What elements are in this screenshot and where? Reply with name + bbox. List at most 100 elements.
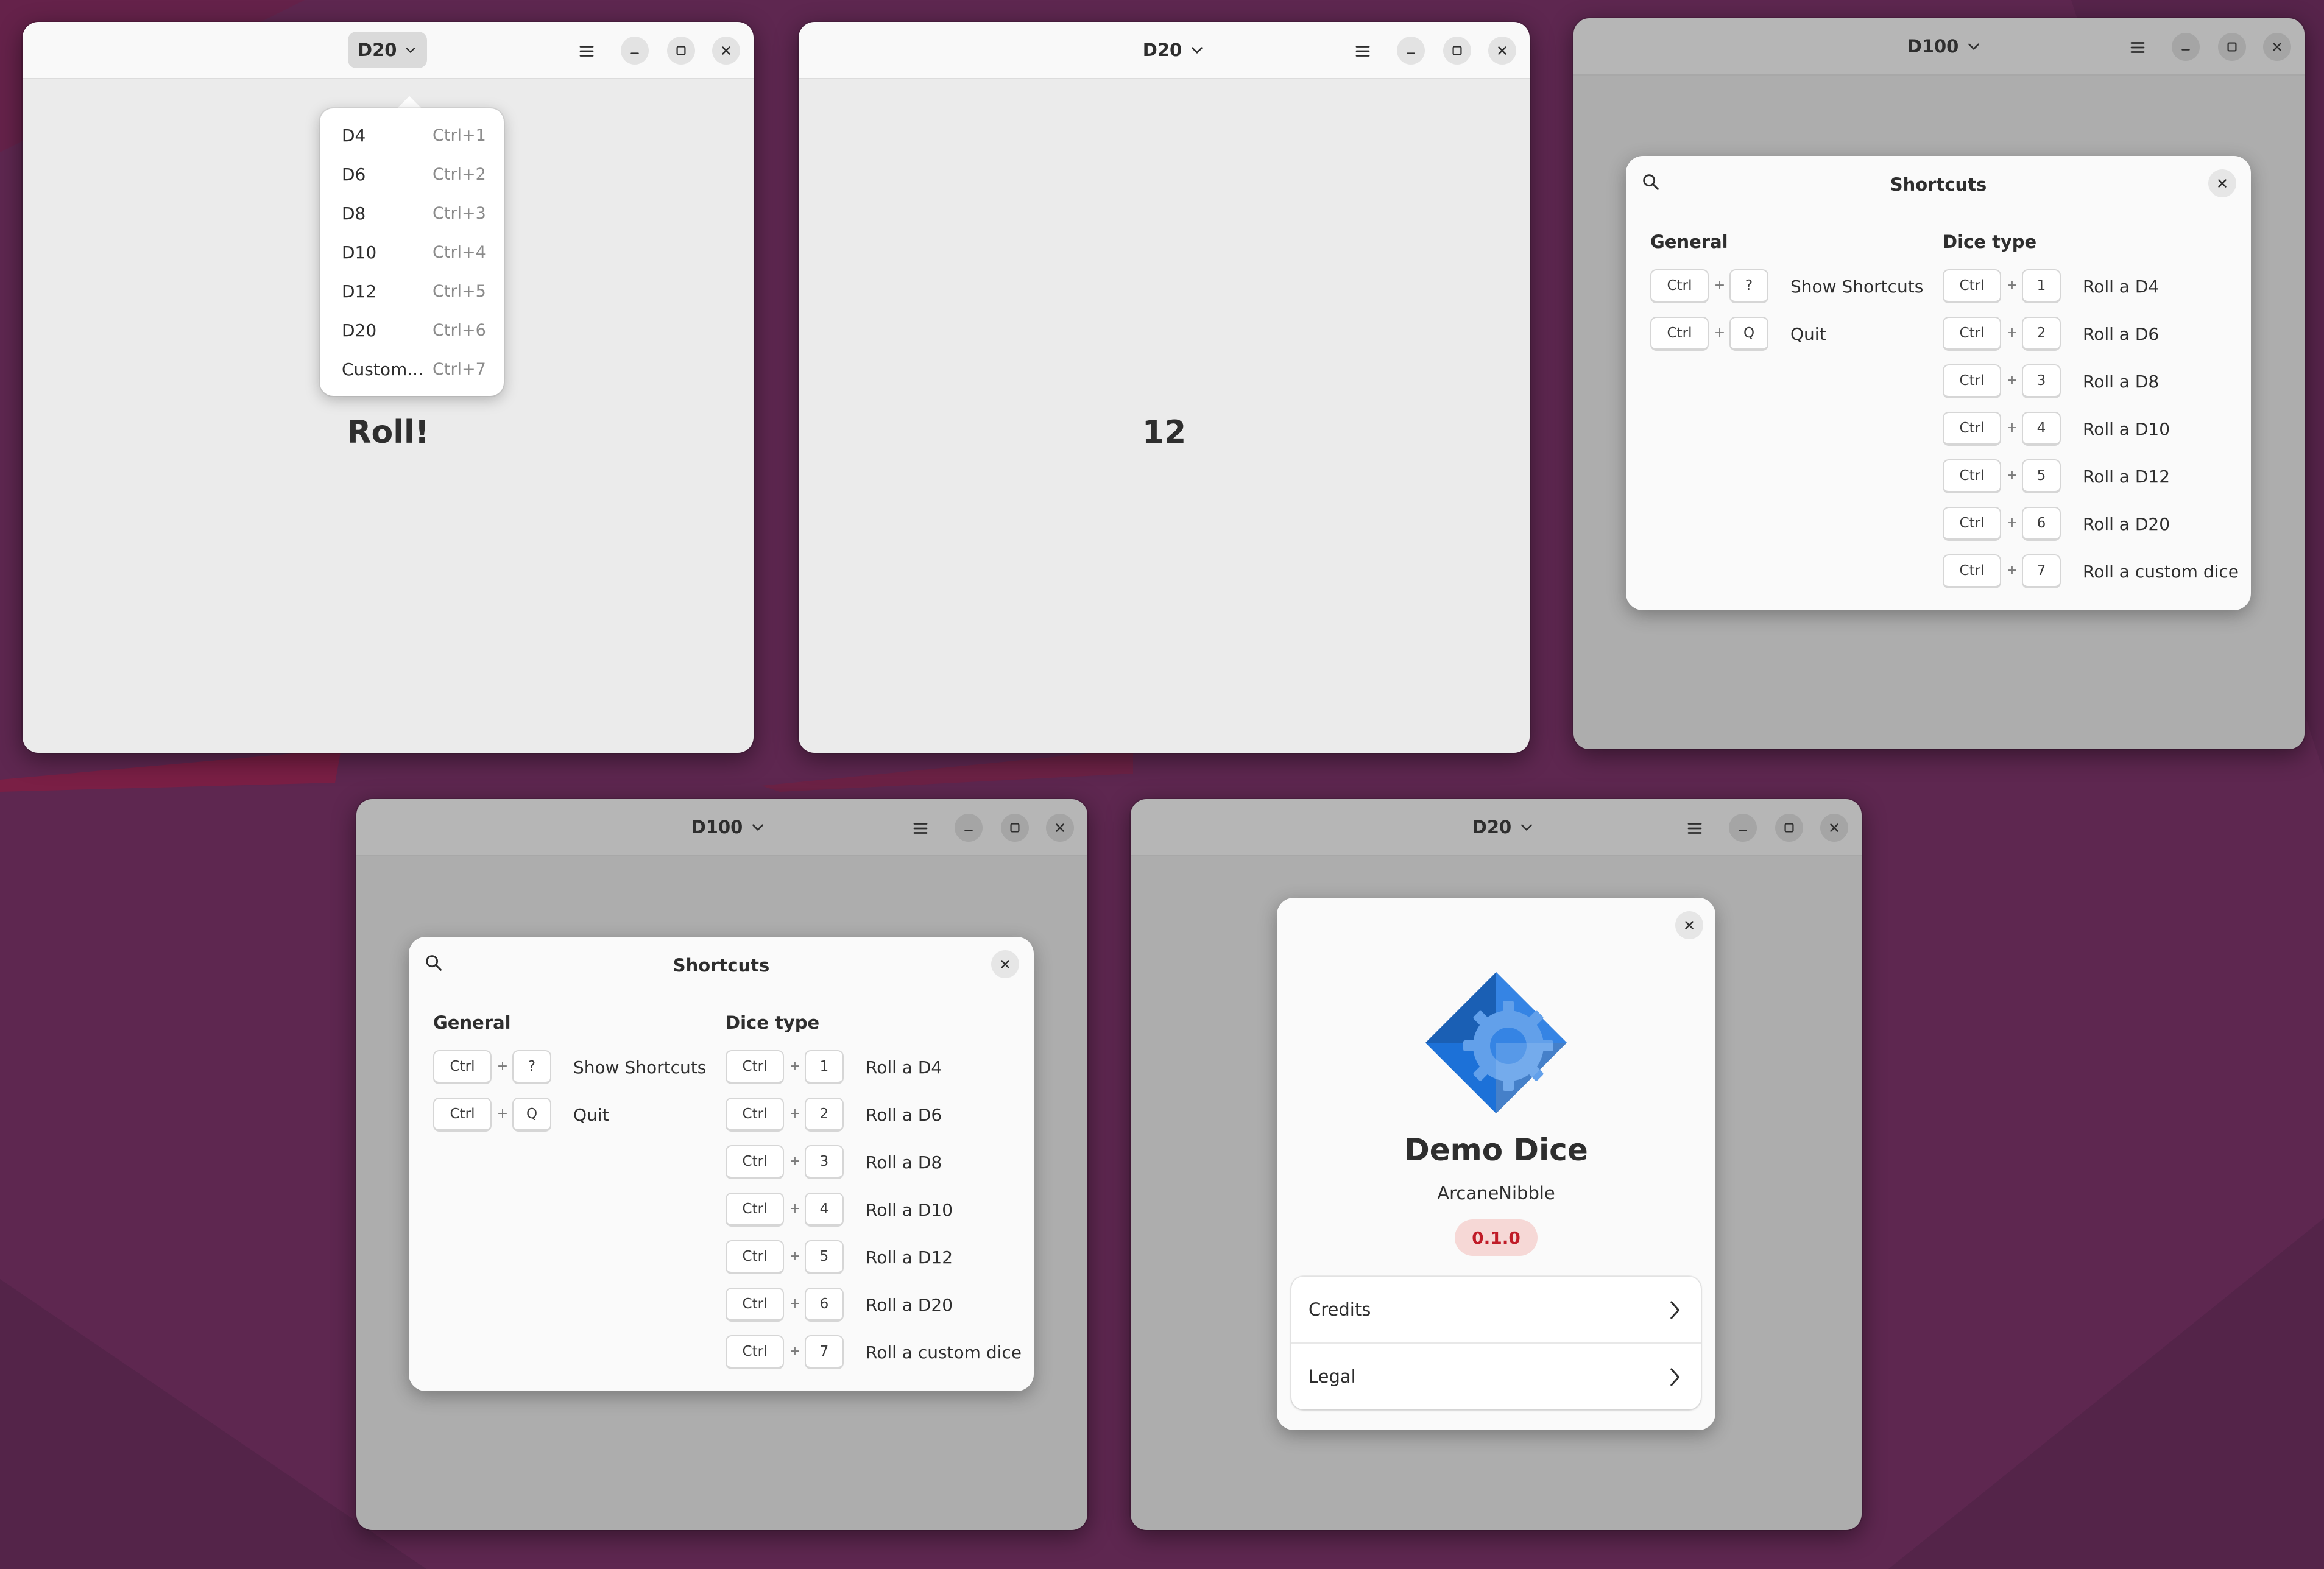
hamburger-menu-icon[interactable] (576, 40, 598, 62)
close-icon[interactable] (1820, 814, 1848, 842)
menu-item-accel: Ctrl+2 (433, 164, 486, 184)
app-logo-icon (1425, 972, 1567, 1113)
close-icon[interactable] (712, 37, 740, 65)
close-icon[interactable] (2208, 169, 2236, 197)
minimize-icon[interactable] (621, 37, 649, 65)
roll-prompt[interactable]: Roll! (23, 414, 754, 451)
main-content: 12 (799, 79, 1530, 753)
minimize-icon[interactable] (955, 814, 983, 842)
header-bar: D100 (356, 799, 1087, 856)
version-badge[interactable]: 0.1.0 (1455, 1219, 1538, 1256)
minimize-icon[interactable] (2172, 33, 2200, 61)
key-cap: 5 (805, 1240, 844, 1274)
menu-item-accel: Ctrl+3 (433, 203, 486, 223)
menu-item-d20[interactable]: D20 Ctrl+6 (320, 311, 504, 350)
menu-item-d8[interactable]: D8 Ctrl+3 (320, 194, 504, 233)
menu-item-accel: Ctrl+5 (433, 281, 486, 301)
window-dice-menu: D20 Roll! D4 Ctrl+1 D6 Ctrl+2 D8 Ctrl+3 (23, 22, 754, 753)
window-shortcuts-2: D100 Shortcuts General Ctrl + ? Show Sho… (356, 799, 1087, 1530)
key-cap: Ctrl (1943, 317, 2001, 351)
plus-sign: + (2006, 278, 2018, 293)
minimize-icon[interactable] (1397, 37, 1425, 65)
key-cap: Ctrl (1650, 269, 1709, 303)
shortcuts-dialog: Shortcuts General Ctrl + ? Show Shortcut… (409, 937, 1034, 1391)
shortcut-description: Roll a D8 (866, 1152, 942, 1172)
shortcut-description: Roll a D20 (2083, 514, 2170, 534)
menu-item-d12[interactable]: D12 Ctrl+5 (320, 272, 504, 311)
legal-row[interactable]: Legal (1291, 1344, 1701, 1409)
key-cap: Ctrl (1650, 317, 1709, 351)
menu-item-label: Custom... (342, 359, 423, 379)
maximize-icon[interactable] (1443, 37, 1471, 65)
key-cap: Ctrl (726, 1240, 784, 1274)
credits-row[interactable]: Credits (1291, 1277, 1701, 1342)
key-cap: 5 (2022, 459, 2061, 493)
about-dialog: Demo Dice ArcaneNibble 0.1.0 Credits Leg… (1277, 898, 1715, 1430)
chevron-down-icon (406, 48, 415, 53)
dice-type-dropdown[interactable]: D20 (1128, 32, 1220, 68)
menu-item-accel: Ctrl+1 (433, 125, 486, 145)
dropdown-label: D20 (1472, 817, 1512, 837)
key-cap: 3 (805, 1145, 844, 1179)
key-cap: Ctrl (726, 1145, 784, 1179)
key-cap: 7 (805, 1335, 844, 1369)
plus-sign: + (789, 1059, 801, 1074)
menu-item-d4[interactable]: D4 Ctrl+1 (320, 116, 504, 155)
shortcut-description: Roll a D12 (866, 1247, 953, 1268)
dialog-title: Shortcuts (673, 955, 770, 976)
menu-item-d10[interactable]: D10 Ctrl+4 (320, 233, 504, 272)
menu-item-accel: Ctrl+6 (433, 320, 486, 340)
dice-type-dropdown[interactable]: D100 (679, 809, 778, 845)
plus-sign: + (2006, 515, 2018, 531)
menu-item-label: D10 (342, 242, 377, 263)
shortcut-description: Roll a custom dice (2083, 562, 2239, 582)
maximize-icon[interactable] (1001, 814, 1029, 842)
close-icon[interactable] (991, 950, 1019, 978)
header-bar: D20 (23, 22, 754, 79)
key-cap: 1 (2022, 269, 2061, 303)
key-cap: Ctrl (726, 1098, 784, 1132)
hamburger-menu-icon[interactable] (1684, 817, 1706, 839)
plus-sign: + (2006, 373, 2018, 388)
key-cap: Ctrl (726, 1050, 784, 1084)
key-cap: Ctrl (1943, 554, 2001, 588)
shortcut-description: Roll a D6 (866, 1105, 942, 1125)
key-cap: 6 (805, 1288, 844, 1322)
close-icon[interactable] (2263, 33, 2291, 61)
plus-sign: + (789, 1296, 801, 1311)
key-cap: 3 (2022, 364, 2061, 398)
minimize-icon[interactable] (1729, 814, 1757, 842)
maximize-icon[interactable] (1775, 814, 1803, 842)
window-about: D20 Demo Dice ArcaneNibble 0.1.0 Credits… (1131, 799, 1862, 1530)
row-label: Credits (1309, 1299, 1371, 1320)
close-icon[interactable] (1675, 911, 1703, 939)
dropdown-label: D20 (1142, 40, 1182, 60)
shortcut-description: Roll a D10 (2083, 419, 2170, 439)
menu-item-label: D6 (342, 164, 366, 185)
dropdown-label: D100 (1907, 36, 1959, 57)
plus-sign: + (2006, 325, 2018, 340)
header-bar: D100 (1573, 18, 2305, 76)
maximize-icon[interactable] (2218, 33, 2246, 61)
key-cap: 2 (2022, 317, 2061, 351)
key-cap: Q (1729, 317, 1768, 351)
shortcut-description: Roll a D4 (2083, 277, 2160, 297)
hamburger-menu-icon[interactable] (909, 817, 931, 839)
hamburger-menu-icon[interactable] (1352, 40, 1374, 62)
roll-result[interactable]: 12 (799, 414, 1530, 451)
plus-sign: + (789, 1249, 801, 1264)
plus-sign: + (1714, 325, 1726, 340)
menu-item-custom[interactable]: Custom... Ctrl+7 (320, 350, 504, 389)
dice-type-dropdown[interactable]: D20 (1457, 809, 1550, 845)
close-icon[interactable] (1488, 37, 1516, 65)
plus-sign: + (496, 1106, 509, 1121)
chevron-down-icon (752, 824, 764, 831)
dice-type-dropdown[interactable]: D100 (1895, 28, 1994, 65)
maximize-icon[interactable] (667, 37, 695, 65)
close-icon[interactable] (1046, 814, 1074, 842)
dice-type-dropdown[interactable]: D20 (348, 32, 427, 68)
menu-item-d6[interactable]: D6 Ctrl+2 (320, 155, 504, 194)
chevron-right-icon (1670, 1301, 1680, 1319)
hamburger-menu-icon[interactable] (2127, 37, 2149, 58)
menu-item-accel: Ctrl+4 (433, 242, 486, 262)
